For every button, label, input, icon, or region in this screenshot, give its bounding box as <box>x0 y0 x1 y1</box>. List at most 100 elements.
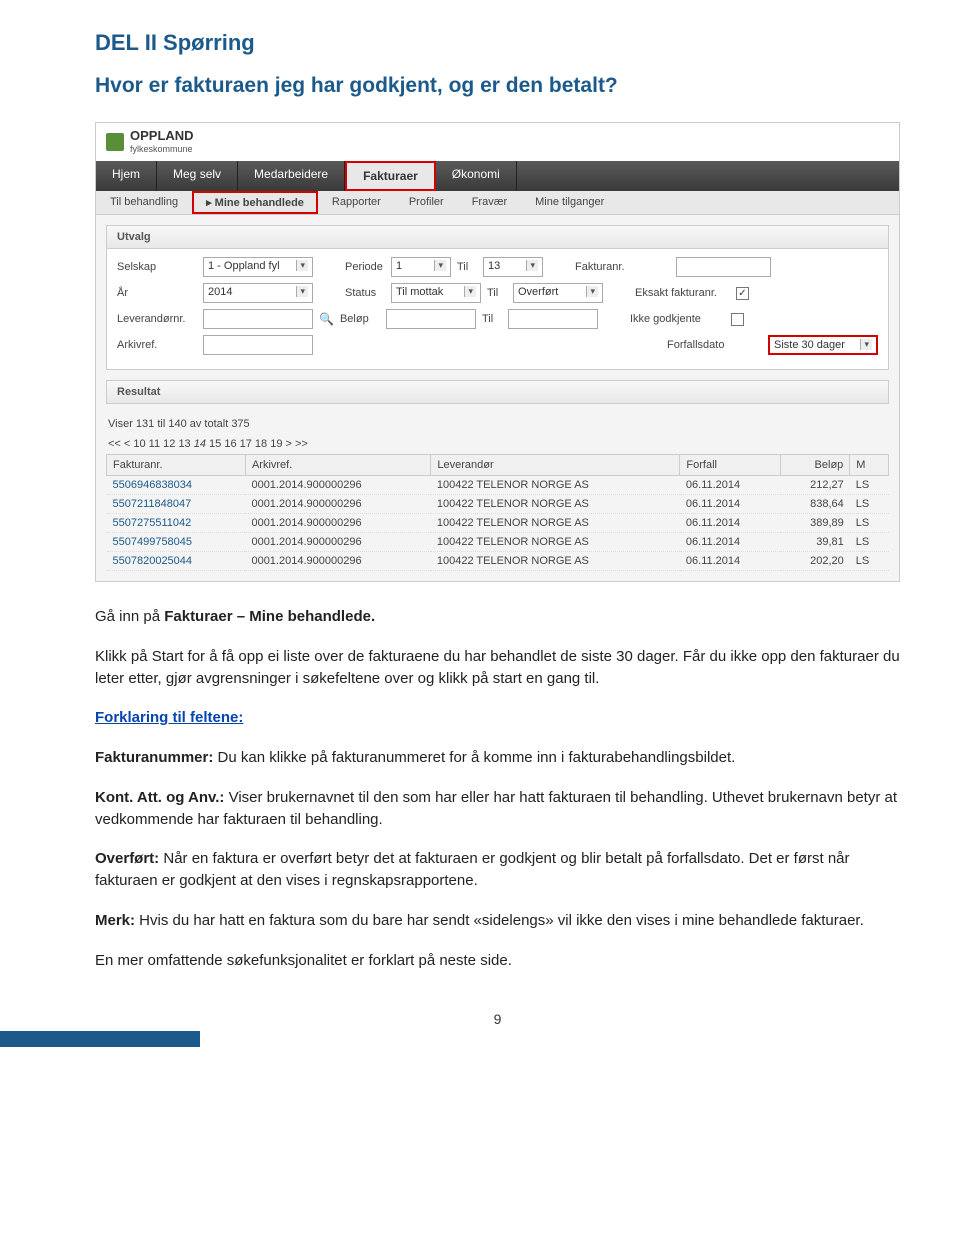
label-til1: Til <box>457 261 477 273</box>
col-belop[interactable]: Beløp <box>780 455 849 476</box>
merk-label: Merk: <box>95 912 135 929</box>
nav-meg-selv[interactable]: Meg selv <box>157 161 238 191</box>
nav-okonomi[interactable]: Økonomi <box>436 161 517 191</box>
question-heading: Hvor er fakturaen jeg har godkjent, og e… <box>95 74 900 98</box>
cell-forfall: 06.11.2014 <box>680 476 781 495</box>
merk-text: Hvis du har hatt en faktura som du bare … <box>135 912 864 929</box>
filter-panel: Selskap 1 - Oppland fyl Periode 1 Til 13… <box>106 249 889 370</box>
input-fakturanr[interactable] <box>676 257 771 277</box>
cell-m: LS <box>850 495 889 514</box>
cell-forfall: 06.11.2014 <box>680 495 781 514</box>
main-nav: Hjem Meg selv Medarbeidere Fakturaer Øko… <box>96 161 899 191</box>
label-ar: År <box>117 287 197 299</box>
input-belop[interactable] <box>386 309 476 329</box>
forklaring-label: Forklaring til feltene: <box>95 709 243 726</box>
logo-icon <box>106 133 124 151</box>
label-belop: Beløp <box>340 313 380 325</box>
cell-belop: 202,20 <box>780 552 849 571</box>
more-text: En mer omfattende søkefunksjonalitet er … <box>95 950 900 972</box>
select-til-periode[interactable]: 13 <box>483 257 543 277</box>
subnav-mine-tilganger[interactable]: Mine tilganger <box>521 191 618 214</box>
checkbox-eksakt[interactable] <box>736 287 749 300</box>
subnav-fravaer[interactable]: Fravær <box>458 191 521 214</box>
cell-leverandor: 100422 TELENOR NORGE AS <box>431 476 680 495</box>
col-fakturanr[interactable]: Fakturanr. <box>107 455 246 476</box>
col-m[interactable]: M <box>850 455 889 476</box>
table-row: 55072118480470001.2014.900000296100422 T… <box>107 495 889 514</box>
p2: Klikk på Start for å få opp ei liste ove… <box>95 646 900 690</box>
col-leverandor[interactable]: Leverandør <box>431 455 680 476</box>
cell-leverandor: 100422 TELENOR NORGE AS <box>431 495 680 514</box>
subnav-profiler[interactable]: Profiler <box>395 191 458 214</box>
checkbox-ikke-godkjente[interactable] <box>731 313 744 326</box>
nav-hjem[interactable]: Hjem <box>96 161 157 191</box>
body-text: Gå inn på Fakturaer – Mine behandlede. K… <box>95 606 900 971</box>
label-forfall: Forfallsdato <box>667 339 762 351</box>
overfort-label: Overført: <box>95 850 159 867</box>
logo-text: OPPLAND <box>130 128 194 143</box>
fakturanr-link[interactable]: 5506946838034 <box>113 479 193 491</box>
select-selskap[interactable]: 1 - Oppland fyl <box>203 257 313 277</box>
nav-fakturaer[interactable]: Fakturaer <box>345 161 436 191</box>
results-table: Fakturanr. Arkivref. Leverandør Forfall … <box>106 454 889 571</box>
cell-m: LS <box>850 552 889 571</box>
cell-m: LS <box>850 533 889 552</box>
cell-leverandor: 100422 TELENOR NORGE AS <box>431 552 680 571</box>
cell-forfall: 06.11.2014 <box>680 552 781 571</box>
cell-arkivref: 0001.2014.900000296 <box>245 552 430 571</box>
cell-forfall: 06.11.2014 <box>680 533 781 552</box>
pager-current: 14 <box>194 438 206 450</box>
pager-prefix[interactable]: << < 10 11 12 13 <box>108 438 194 450</box>
label-ikke-godkjente: Ikke godkjente <box>630 313 725 325</box>
utvalg-header: Utvalg <box>106 225 889 249</box>
col-arkivref[interactable]: Arkivref. <box>245 455 430 476</box>
table-row: 5507820025044 0001.2014.900000296100422 T… <box>107 552 889 571</box>
forklaring-link[interactable]: Forklaring til feltene: <box>95 709 243 726</box>
search-icon[interactable]: 🔍 <box>319 312 334 326</box>
cell-m: LS <box>850 514 889 533</box>
page-number: 9 <box>95 1011 900 1027</box>
fakturanr-link[interactable]: 5507211848047 <box>113 498 192 510</box>
fakturanummer-label: Fakturanummer: <box>95 749 213 766</box>
label-periode: Periode <box>345 261 385 273</box>
nav-medarbeidere[interactable]: Medarbeidere <box>238 161 345 191</box>
select-forfall[interactable]: Siste 30 dager <box>768 335 878 355</box>
input-arkivref[interactable] <box>203 335 313 355</box>
cell-belop: 838,64 <box>780 495 849 514</box>
select-status[interactable]: Til mottak <box>391 283 481 303</box>
cell-forfall: 06.11.2014 <box>680 514 781 533</box>
input-belop-til[interactable] <box>508 309 598 329</box>
cell-belop: 212,27 <box>780 476 849 495</box>
table-row: 55069468380340001.2014.900000296100422 T… <box>107 476 889 495</box>
label-selskap: Selskap <box>117 261 197 273</box>
label-til3: Til <box>482 313 502 325</box>
label-status: Status <box>345 287 385 299</box>
label-arkivref: Arkivref. <box>117 339 197 351</box>
subnav-rapporter[interactable]: Rapporter <box>318 191 395 214</box>
cell-arkivref: 0001.2014.900000296 <box>245 514 430 533</box>
overfort-text: Når en faktura er overført betyr det at … <box>95 850 850 889</box>
fakturanr-link[interactable]: 5507820025044 <box>113 555 193 567</box>
select-til-status[interactable]: Overført <box>513 283 603 303</box>
subnav-mine-behandlede[interactable]: ▸ Mine behandlede <box>192 191 318 214</box>
select-periode[interactable]: 1 <box>391 257 451 277</box>
app-header: OPPLAND fylkeskommune <box>96 123 899 161</box>
table-row: 5507275511042 0001.2014.900000296100422 T… <box>107 514 889 533</box>
p1b: Fakturaer – Mine behandlede. <box>164 608 375 625</box>
col-forfall[interactable]: Forfall <box>680 455 781 476</box>
label-lev: Leverandørnr. <box>117 313 197 325</box>
select-ar[interactable]: 2014 <box>203 283 313 303</box>
label-fakturanr: Fakturanr. <box>575 261 670 273</box>
fakturanr-link[interactable]: 5507499758045 <box>113 536 193 548</box>
cell-leverandor: 100422 TELENOR NORGE AS <box>431 514 680 533</box>
footer-bar <box>0 1031 200 1047</box>
input-lev[interactable] <box>203 309 313 329</box>
pager-info: Viser 131 til 140 av totalt 375 <box>106 414 889 434</box>
cell-belop: 389,89 <box>780 514 849 533</box>
subnav-til-behandling[interactable]: Til behandling <box>96 191 192 214</box>
fakturanr-link[interactable]: 5507275511042 <box>113 517 192 529</box>
pager-links[interactable]: << < 10 11 12 13 14 15 16 17 18 19 > >> <box>106 434 889 454</box>
app-screenshot: OPPLAND fylkeskommune Hjem Meg selv Meda… <box>95 122 900 582</box>
label-eksakt: Eksakt fakturanr. <box>635 287 730 299</box>
pager-suffix[interactable]: 15 16 17 18 19 > >> <box>206 438 308 450</box>
